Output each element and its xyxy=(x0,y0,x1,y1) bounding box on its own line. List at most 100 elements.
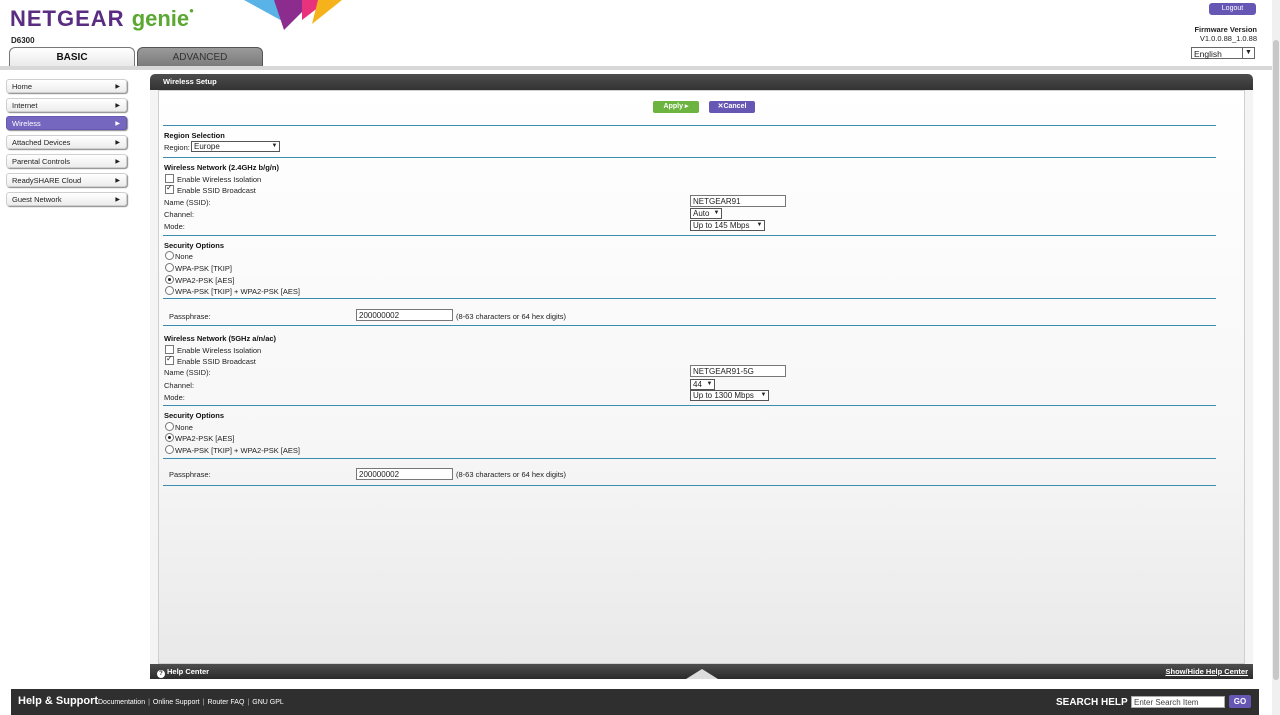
wifi5-channel-label: Channel: xyxy=(164,381,195,390)
wifi5-security-option-label: None xyxy=(175,423,193,432)
expand-arrow-icon[interactable] xyxy=(686,669,718,679)
sidebar-item-label: Attached Devices xyxy=(12,138,71,147)
wifi24-ssid-broadcast-checkbox[interactable] xyxy=(165,183,174,194)
tab-divider xyxy=(0,66,1280,70)
scrollbar-thumb[interactable] xyxy=(1273,40,1279,680)
wifi5-isolation-checkbox[interactable] xyxy=(165,345,174,354)
chevron-down-icon: ▼ xyxy=(1242,48,1254,58)
footer-links: Documentation | Online Support | Router FAQ |… xyxy=(98,699,284,706)
triangle-right-icon: ▶ xyxy=(115,121,120,127)
triangle-right-icon: ▶ xyxy=(115,197,120,203)
chevron-down-icon: ▼ xyxy=(760,392,767,398)
sidebar-item-label: Guest Network xyxy=(12,195,62,204)
wifi24-mode-value: Up to 145 Mbps xyxy=(693,221,750,230)
page-title: Wireless Setup xyxy=(163,77,217,86)
wifi5-ssid-broadcast-checkbox[interactable] xyxy=(165,354,174,365)
region-label: Region: xyxy=(164,143,190,152)
help-center-toggle[interactable]: ? Help Center xyxy=(157,664,209,679)
sidebar-item-home[interactable]: Home ▶ xyxy=(6,79,127,93)
wifi24-ssid-input[interactable]: NETGEAR91 xyxy=(690,195,786,207)
help-support-title: Help & Support xyxy=(18,695,99,707)
chevron-down-icon: ▼ xyxy=(271,143,278,149)
wifi5-security-wpa2-aes-radio[interactable] xyxy=(165,433,174,442)
wifi5-mode-select[interactable]: Up to 1300 Mbps ▼ xyxy=(690,390,769,401)
section-divider xyxy=(163,485,1216,486)
section-divider xyxy=(163,458,1216,459)
sidebar-item-label: ReadySHARE Cloud xyxy=(12,176,82,185)
sidebar-item-label: Home xyxy=(12,82,33,91)
section-divider xyxy=(163,235,1216,236)
documentation-link[interactable]: Documentation xyxy=(98,699,145,706)
wifi5-isolation-label: Enable Wireless Isolation xyxy=(177,346,262,355)
firmware-label: Firmware Version xyxy=(1194,25,1257,34)
region-value: Europe xyxy=(194,142,220,151)
wifi24-passphrase-input[interactable]: 200000002 xyxy=(356,309,453,321)
search-help-label: SEARCH HELP xyxy=(1056,697,1128,708)
chevron-down-icon: ▼ xyxy=(756,222,763,228)
go-button[interactable]: GO xyxy=(1229,695,1251,708)
wifi24-security-wpa-tkip-radio[interactable] xyxy=(165,263,174,272)
wifi5-security-mixed-radio[interactable] xyxy=(165,445,174,454)
wifi24-security-none-radio[interactable] xyxy=(165,251,174,260)
netgear-genie-logo: NETGEAR genie● xyxy=(10,6,195,32)
wifi5-passphrase-input[interactable]: 200000002 xyxy=(356,468,453,480)
sidebar-item-readyshare-cloud[interactable]: ReadySHARE Cloud ▶ xyxy=(6,173,127,187)
brand-text: NETGEAR xyxy=(10,6,125,31)
gnu-gpl-link[interactable]: GNU GPL xyxy=(252,699,284,706)
sidebar-item-parental-controls[interactable]: Parental Controls ▶ xyxy=(6,154,127,168)
panel-header: Wireless Setup xyxy=(150,74,1253,90)
wifi5-passphrase-hint: (8-63 characters or 64 hex digits) xyxy=(456,470,567,479)
wifi5-ssid-broadcast-label: Enable SSID Broadcast xyxy=(177,357,256,366)
wifi24-passphrase-label: Passphrase: xyxy=(169,312,211,321)
wifi24-passphrase-hint: (8-63 characters or 64 hex digits) xyxy=(456,312,567,321)
tab-advanced[interactable]: ADVANCED xyxy=(137,47,263,67)
sidebar-item-wireless[interactable]: Wireless ▶ xyxy=(6,116,127,130)
wifi5-passphrase-label: Passphrase: xyxy=(169,470,211,479)
page-scrollbar[interactable] xyxy=(1272,0,1280,715)
show-hide-help-link[interactable]: Show/Hide Help Center xyxy=(1165,664,1248,679)
sidebar-item-attached-devices[interactable]: Attached Devices ▶ xyxy=(6,135,127,149)
language-value: English xyxy=(1194,49,1222,59)
sidebar-item-guest-network[interactable]: Guest Network ▶ xyxy=(6,192,127,206)
wifi24-security-mixed-radio[interactable] xyxy=(165,286,174,295)
wifi24-channel-select[interactable]: Auto ▼ xyxy=(690,208,722,219)
wifi24-ssid-broadcast-label: Enable SSID Broadcast xyxy=(177,186,256,195)
wifi24-mode-label: Mode: xyxy=(164,222,185,231)
sidebar-item-label: Parental Controls xyxy=(12,157,70,166)
wifi5-security-none-radio[interactable] xyxy=(165,422,174,431)
question-icon: ? xyxy=(157,670,165,678)
wifi24-security-wpa2-aes-radio[interactable] xyxy=(165,275,174,284)
wifi5-ssid-input[interactable]: NETGEAR91-5G xyxy=(690,365,786,377)
help-center-bar: ? Help Center Show/Hide Help Center xyxy=(150,664,1253,679)
tab-basic[interactable]: BASIC xyxy=(9,47,135,67)
language-select[interactable]: English ▼ xyxy=(1191,47,1255,59)
wifi5-channel-value: 44 xyxy=(693,380,702,389)
wifi24-isolation-label: Enable Wireless Isolation xyxy=(177,175,262,184)
wifi5-mode-value: Up to 1300 Mbps xyxy=(693,391,754,400)
sidebar-item-label: Internet xyxy=(12,101,38,110)
cancel-button[interactable]: ✕Cancel xyxy=(709,101,755,113)
wifi5-security-option-label: WPA2-PSK [AES] xyxy=(175,434,235,443)
section-divider xyxy=(163,125,1216,126)
product-text: genie xyxy=(131,6,190,31)
region-select[interactable]: Europe ▼ xyxy=(191,141,280,152)
apply-button[interactable]: Apply ▸ xyxy=(653,101,699,113)
search-input[interactable]: Enter Search Item xyxy=(1131,696,1225,708)
triangle-right-icon: ▶ xyxy=(115,140,120,146)
wifi24-mode-select[interactable]: Up to 145 Mbps ▼ xyxy=(690,220,765,231)
help-center-label: Help Center xyxy=(167,667,210,676)
model-name: D6300 xyxy=(11,36,35,45)
wifi24-isolation-checkbox[interactable] xyxy=(165,174,174,183)
sidebar-item-internet[interactable]: Internet ▶ xyxy=(6,98,127,112)
triangle-right-icon: ▶ xyxy=(115,178,120,184)
footer: Help & Support Documentation | Online Supp… xyxy=(11,689,1259,715)
logout-button[interactable]: Logout xyxy=(1209,3,1256,15)
region-section-title: Region Selection xyxy=(164,131,225,140)
router-faq-link[interactable]: Router FAQ xyxy=(207,699,244,706)
link-separator: | xyxy=(148,699,150,706)
online-support-link[interactable]: Online Support xyxy=(153,699,200,706)
wifi24-channel-label: Channel: xyxy=(164,210,195,219)
wifi24-section-title: Wireless Network (2.4GHz b/g/n) xyxy=(164,163,279,172)
wifi5-channel-select[interactable]: 44 ▼ xyxy=(690,379,715,390)
wifi24-security-option-label: None xyxy=(175,252,193,261)
